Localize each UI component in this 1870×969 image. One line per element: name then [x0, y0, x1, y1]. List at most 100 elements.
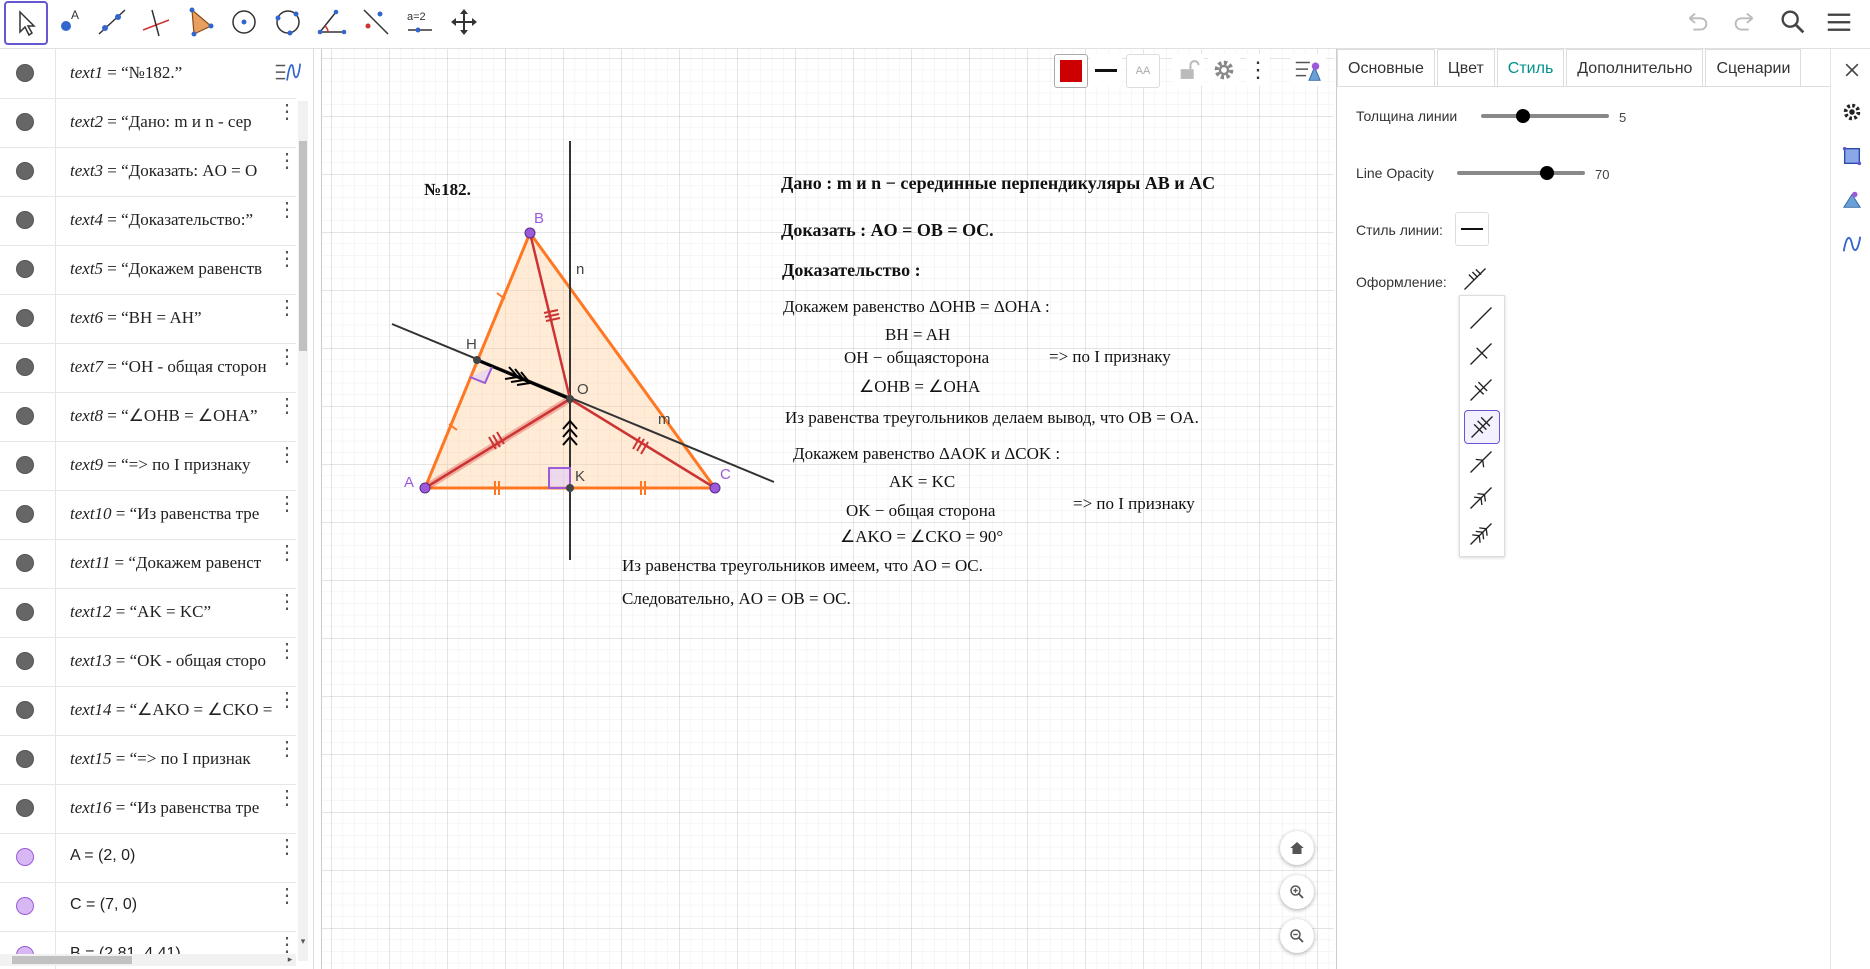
algebra-row[interactable]: text14 = “∠AKO = ∠CKO = ⋮ [0, 686, 297, 736]
problem-number[interactable]: №182. [424, 180, 471, 199]
move-graphics-tool-button[interactable] [444, 2, 484, 42]
object-color-button[interactable] [1054, 54, 1088, 88]
home-view-button[interactable] [1280, 831, 1314, 865]
algebra-text[interactable]: text4 = “Доказательство:” [70, 210, 296, 230]
more-options-button[interactable]: ⋮ [277, 543, 297, 573]
visibility-toggle[interactable] [16, 309, 34, 327]
algebra-point[interactable]: C = (7, 0) [70, 896, 296, 914]
visibility-toggle[interactable] [16, 701, 34, 719]
point-h[interactable] [473, 356, 481, 364]
proof-line-10[interactable]: => по I признаку [1073, 494, 1195, 513]
line-thickness-slider[interactable] [1481, 114, 1609, 118]
more-options-button[interactable]: ⋮ [277, 151, 297, 181]
algebra-row[interactable]: A = (2, 0) ⋮ [0, 833, 297, 883]
slider-tool-button[interactable]: a=2 [400, 2, 440, 42]
geometry-canvas[interactable]: A B C H O K n m №182. Дано : m и n − сер… [322, 49, 1334, 969]
line-tool-button[interactable] [92, 2, 132, 42]
perpendicular-tool-button[interactable] [136, 2, 176, 42]
algebra-text[interactable]: text8 = “∠OHB = ∠OHA” [70, 406, 296, 426]
given-text[interactable]: Дано : m и n − серединные перпендикуляры… [781, 173, 1215, 193]
point-b[interactable] [524, 227, 536, 239]
move-tool-button[interactable] [4, 1, 48, 45]
proof-line-13[interactable]: Следовательно, AO = OB = OC. [622, 589, 851, 608]
proof-line-11[interactable]: ∠AKO = ∠CKO = 90° [840, 527, 1003, 546]
algebra-text[interactable]: text1 = “№182.” [70, 63, 296, 83]
visibility-toggle[interactable] [16, 64, 34, 82]
decoration-none-option[interactable] [1464, 302, 1498, 334]
proof-line-3[interactable]: OH − общаясторона [844, 348, 990, 367]
algebra-vertical-scrollbar[interactable] [298, 101, 308, 961]
visibility-toggle[interactable] [16, 652, 34, 670]
algebra-row[interactable]: text15 = “=> по I признак ⋮ [0, 735, 297, 785]
scroll-right-arrow-icon[interactable]: ▸ [284, 954, 296, 966]
line-opacity-slider[interactable] [1457, 171, 1585, 175]
more-options-button[interactable]: ⋮ [277, 249, 297, 279]
visibility-toggle[interactable] [16, 358, 34, 376]
proof-line-9[interactable]: OK − общая сторона [846, 501, 996, 520]
line-style-button[interactable] [1090, 54, 1122, 86]
proof-line-5[interactable]: ∠OHB = ∠OHA [859, 377, 981, 396]
scrollbar-thumb[interactable] [12, 956, 132, 964]
algebra-text[interactable]: text11 = “Докажем равенст [70, 553, 296, 573]
visibility-toggle[interactable] [16, 407, 34, 425]
proof-line-12[interactable]: Из равенства треугольников имеем, что AO… [622, 556, 983, 575]
algebra-row[interactable]: text13 = “OK - общая сторо ⋮ [0, 637, 297, 687]
algebra-text[interactable]: text3 = “Доказать: AO = O [70, 161, 296, 181]
scroll-down-arrow-icon[interactable]: ▾ [298, 936, 308, 946]
more-options-button[interactable]: ⋮ [277, 886, 297, 916]
decoration-three-ticks-option[interactable] [1464, 410, 1500, 444]
algebra-row[interactable]: text6 = “BH = AH” ⋮ [0, 294, 297, 344]
graphics-more-button[interactable]: ⋮ [1246, 54, 1270, 86]
visibility-toggle[interactable] [16, 750, 34, 768]
algebra-row[interactable]: text9 = “=> по I признаку ⋮ [0, 441, 297, 491]
point-a[interactable] [419, 482, 431, 494]
redo-button[interactable] [1729, 6, 1761, 38]
algebra-row[interactable]: text10 = “Из равенства тре ⋮ [0, 490, 297, 540]
algebra-text[interactable]: text6 = “BH = AH” [70, 308, 296, 328]
more-options-button[interactable]: ⋮ [277, 200, 297, 230]
decoration-dropdown[interactable] [1459, 263, 1491, 295]
graphics-style-bar-toggle[interactable] [1290, 54, 1326, 86]
visibility-toggle[interactable] [16, 162, 34, 180]
algebra-text[interactable]: text13 = “OK - общая сторо [70, 651, 296, 671]
algebra-row[interactable]: text4 = “Доказательство:” ⋮ [0, 196, 297, 246]
algebra-text[interactable]: text10 = “Из равенства тре [70, 504, 296, 524]
graphics-settings-side-button[interactable] [1839, 143, 1865, 169]
angle-tool-button[interactable] [312, 2, 352, 42]
proof-line-7[interactable]: Докажем равенство ΔAOK и ΔCOK : [793, 444, 1060, 463]
algebra-text[interactable]: text7 = “OH - общая сторон [70, 357, 296, 377]
text-style-button[interactable]: AA [1126, 54, 1160, 88]
visibility-toggle[interactable] [16, 113, 34, 131]
more-options-button[interactable]: ⋮ [277, 396, 297, 426]
tab-style[interactable]: Стиль [1496, 49, 1565, 88]
more-options-button[interactable]: ⋮ [277, 298, 297, 328]
visibility-toggle[interactable] [16, 554, 34, 572]
algebra-style-toggle-button[interactable] [268, 53, 308, 93]
algebra-text[interactable]: text5 = “Докажем равенств [70, 259, 296, 279]
visibility-toggle[interactable] [16, 211, 34, 229]
visibility-toggle[interactable] [16, 260, 34, 278]
scrollbar-thumb[interactable] [299, 141, 307, 351]
point-o[interactable] [566, 395, 574, 403]
more-options-button[interactable]: ⋮ [277, 102, 297, 132]
visibility-toggle[interactable] [16, 799, 34, 817]
visibility-toggle[interactable] [16, 848, 34, 866]
proof-heading[interactable]: Доказательство : [782, 260, 921, 280]
more-options-button[interactable]: ⋮ [277, 445, 297, 475]
tab-advanced[interactable]: Дополнительно [1566, 49, 1704, 86]
more-options-button[interactable]: ⋮ [277, 788, 297, 818]
main-menu-button[interactable] [1823, 6, 1855, 38]
algebra-row[interactable]: text16 = “Из равенства тре ⋮ [0, 784, 297, 834]
decoration-two-ticks-option[interactable] [1464, 374, 1498, 406]
polygon-tool-button[interactable] [180, 2, 220, 42]
visibility-toggle[interactable] [16, 456, 34, 474]
proof-line-8[interactable]: AK = KC [889, 472, 955, 491]
more-options-button[interactable]: ⋮ [277, 641, 297, 671]
algebra-row[interactable]: text8 = “∠OHB = ∠OHA” ⋮ [0, 392, 297, 442]
lock-button[interactable] [1172, 54, 1204, 86]
point-k[interactable] [566, 484, 574, 492]
more-options-button[interactable]: ⋮ [277, 739, 297, 769]
visibility-toggle[interactable] [16, 897, 34, 915]
more-options-button[interactable]: ⋮ [277, 592, 297, 622]
decoration-two-arrows-option[interactable] [1464, 482, 1498, 514]
